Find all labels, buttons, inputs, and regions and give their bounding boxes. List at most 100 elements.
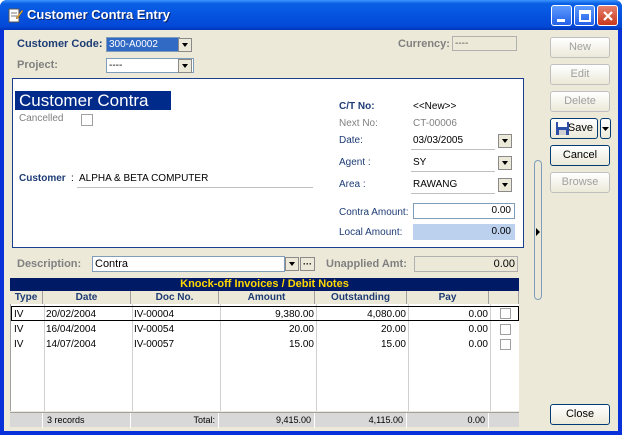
date-underline: [411, 149, 495, 150]
cell-type: IV: [14, 339, 24, 350]
browse-button[interactable]: Browse: [550, 172, 610, 193]
new-button[interactable]: New: [550, 37, 610, 58]
floppy-disk-icon: [556, 122, 569, 135]
date-label: Date:: [339, 135, 363, 146]
edit-document-icon: [8, 8, 23, 23]
customer-underline: [77, 187, 313, 188]
agent-field[interactable]: SY: [413, 157, 426, 168]
unapplied-amount-field: 0.00: [414, 256, 518, 272]
project-label: Project:: [17, 59, 58, 71]
area-field[interactable]: RAWANG: [413, 179, 457, 190]
save-options-dropdown[interactable]: [600, 118, 611, 139]
cell-pay[interactable]: 0.00: [410, 307, 488, 322]
cell-outstanding: 20.00: [380, 324, 406, 335]
contra-amount-input[interactable]: 0.00: [413, 203, 515, 219]
column-header-select[interactable]: [489, 291, 519, 304]
column-header-doc-no[interactable]: Doc No.: [131, 291, 219, 304]
form-body: Customer Code: 300-A0002 Project: ---- C…: [4, 30, 618, 431]
grid-title: Knock-off Invoices / Debit Notes: [10, 278, 519, 291]
currency-field: ----: [452, 36, 517, 51]
agent-label: Agent :: [339, 157, 371, 168]
cell-outstanding: 15.00: [380, 339, 406, 350]
close-window-button[interactable]: [597, 5, 618, 26]
row-select-checkbox[interactable]: [500, 324, 511, 335]
cell-pay[interactable]: 0.00: [410, 322, 488, 337]
ct-no-value: <<New>>: [413, 101, 457, 112]
window-title: Customer Contra Entry: [27, 7, 171, 22]
cell-doc-no: IV-00004: [134, 309, 175, 320]
area-label: Area :: [339, 179, 366, 190]
close-icon: [603, 11, 613, 21]
customer-name: ALPHA & BETA COMPUTER: [79, 173, 209, 184]
ct-no-label: C/T No:: [339, 101, 375, 112]
footer-total-label: Total:: [131, 413, 219, 428]
close-button[interactable]: Close: [550, 404, 610, 425]
description-dropdown[interactable]: [285, 257, 299, 271]
title-bar[interactable]: Customer Contra Entry: [0, 0, 622, 30]
description-input[interactable]: Contra: [92, 256, 285, 272]
area-dropdown[interactable]: [498, 178, 512, 192]
column-header-outstanding[interactable]: Outstanding: [315, 291, 407, 304]
delete-button[interactable]: Delete: [550, 91, 610, 112]
next-no-value: CT-00006: [413, 118, 457, 129]
next-no-label: Next No:: [339, 118, 378, 129]
local-amount-label: Local Amount:: [339, 227, 403, 238]
project-dropdown[interactable]: [178, 59, 192, 73]
column-header-type[interactable]: Type: [10, 291, 43, 304]
footer-record-count: 3 records: [43, 413, 131, 428]
column-header-pay[interactable]: Pay: [407, 291, 489, 304]
customer-code-field[interactable]: 300-A0002: [106, 37, 180, 52]
date-field[interactable]: 03/03/2005: [413, 135, 463, 146]
cell-amount: 20.00: [288, 324, 314, 335]
table-row[interactable]: IV 16/04/2004 IV-00054 20.00 20.00 0.00: [11, 322, 519, 337]
customer-label: Customer: [19, 173, 66, 184]
expand-arrow-icon[interactable]: [535, 228, 541, 236]
customer-separator: :: [71, 173, 74, 184]
minimize-button[interactable]: [551, 5, 572, 26]
app-window: Customer Contra Entry Customer Code: 300…: [0, 0, 622, 435]
cancelled-checkbox[interactable]: [81, 114, 93, 126]
unapplied-amount-label: Unapplied Amt:: [326, 258, 407, 270]
customer-code-dropdown[interactable]: [178, 38, 192, 52]
row-select-checkbox[interactable]: [500, 339, 511, 350]
date-dropdown[interactable]: [498, 134, 512, 148]
column-header-date[interactable]: Date: [43, 291, 131, 304]
cell-date: 16/04/2004: [46, 324, 97, 335]
cell-outstanding: 4,080.00: [367, 309, 406, 320]
cell-pay[interactable]: 0.00: [410, 337, 488, 352]
minimize-icon: [557, 19, 565, 22]
grid-header: Type Date Doc No. Amount Outstanding Pay: [10, 291, 519, 304]
cell-amount: 15.00: [288, 339, 314, 350]
chevron-down-icon: [602, 127, 609, 131]
cell-date: 14/07/2004: [46, 339, 97, 350]
cell-type: IV: [14, 324, 24, 335]
save-button[interactable]: Save: [550, 118, 598, 139]
table-row[interactable]: IV 20/02/2004 IV-00004 9,380.00 4,080.00…: [11, 306, 519, 321]
cancel-button[interactable]: Cancel: [550, 145, 610, 166]
edit-button[interactable]: Edit: [550, 64, 610, 85]
footer-spacer: [10, 413, 43, 428]
local-amount-field: 0.00: [413, 224, 515, 240]
grid-footer: 3 records Total: 9,415.00 4,115.00 0.00: [10, 412, 519, 428]
footer-amount-total: 9,415.00: [219, 413, 315, 428]
area-underline: [411, 193, 495, 194]
table-row[interactable]: IV 14/07/2004 IV-00057 15.00 15.00 0.00: [11, 337, 519, 352]
maximize-icon: [579, 10, 591, 22]
description-lookup-button[interactable]: ···: [300, 257, 315, 271]
agent-dropdown[interactable]: [498, 156, 512, 170]
agent-underline: [411, 171, 495, 172]
save-button-label: Save: [567, 122, 593, 134]
row-select-checkbox[interactable]: [500, 308, 511, 319]
customer-code-label: Customer Code:: [17, 38, 103, 50]
cell-doc-no: IV-00057: [134, 339, 175, 350]
cell-type: IV: [14, 309, 24, 320]
contra-amount-label: Contra Amount:: [339, 207, 409, 218]
footer-outstanding-total: 4,115.00: [315, 413, 407, 428]
maximize-button[interactable]: [574, 5, 595, 26]
footer-pay-total: 0.00: [407, 413, 489, 428]
cell-doc-no: IV-00054: [134, 324, 175, 335]
document-panel: Customer Contra Cancelled Customer : ALP…: [12, 78, 524, 248]
cancelled-label: Cancelled: [19, 113, 64, 124]
column-header-amount[interactable]: Amount: [219, 291, 315, 304]
grid-body: IV 20/02/2004 IV-00004 9,380.00 4,080.00…: [10, 304, 519, 411]
